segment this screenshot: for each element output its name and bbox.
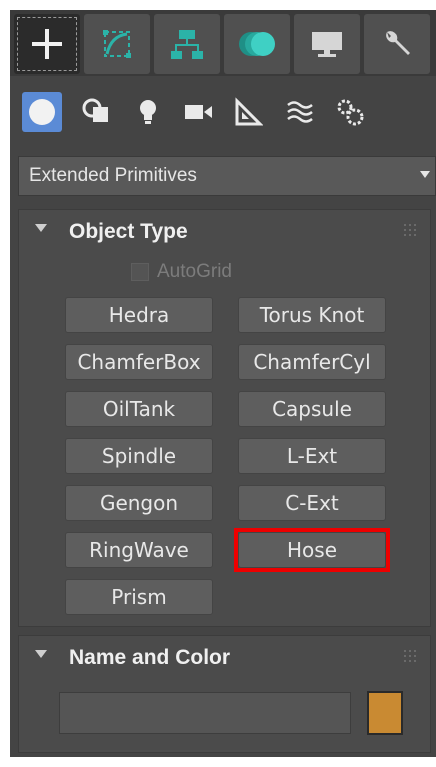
chamfercyl-button[interactable]: ChamferCyl [238, 344, 386, 380]
drag-grip-icon[interactable] [404, 224, 416, 236]
object-type-title[interactable]: Object Type [69, 220, 188, 244]
collapse-arrow-icon[interactable] [35, 650, 47, 658]
hose-highlight-box [234, 528, 390, 572]
checkbox-box[interactable] [131, 263, 149, 281]
category-cameras[interactable] [178, 92, 218, 132]
l-ext-button[interactable]: L-Ext [238, 438, 386, 474]
hierarchy-icon [171, 30, 203, 59]
motion-icon [239, 32, 275, 56]
oiltank-button[interactable]: OilTank [65, 391, 213, 427]
name-and-color-title[interactable]: Name and Color [69, 646, 230, 670]
tab-display[interactable] [294, 14, 360, 74]
prism-button[interactable]: Prism [65, 579, 213, 615]
primitive-type-dropdown[interactable]: Extended Primitives [18, 156, 436, 196]
camera-icon [185, 105, 212, 119]
object-name-field[interactable] [59, 692, 351, 734]
gears-icon [337, 99, 364, 126]
chevron-down-icon [420, 171, 430, 178]
category-space-warps[interactable] [280, 92, 320, 132]
command-panel: Extended Primitives Object Type AutoGrid… [10, 10, 436, 757]
category-lights[interactable] [128, 92, 168, 132]
wrench-icon [386, 31, 410, 55]
sphere-icon [29, 99, 55, 125]
c-ext-button[interactable]: C-Ext [238, 485, 386, 521]
dropdown-selected-value: Extended Primitives [29, 165, 197, 186]
tab-motion[interactable] [224, 14, 290, 74]
object-type-rollout: Object Type AutoGrid Hedra Torus Knot Ch… [18, 209, 431, 627]
tab-utilities[interactable] [364, 14, 430, 74]
ringwave-button[interactable]: RingWave [65, 532, 213, 568]
drag-grip-icon[interactable] [404, 650, 416, 662]
category-geometry[interactable] [22, 92, 62, 132]
category-shapes[interactable] [76, 92, 116, 132]
command-panel-tabs [10, 10, 436, 76]
display-monitor-icon [312, 32, 342, 57]
collapse-arrow-icon[interactable] [35, 224, 47, 232]
lightbulb-icon [140, 100, 156, 124]
tab-hierarchy[interactable] [154, 14, 220, 74]
autogrid-checkbox[interactable]: AutoGrid [131, 260, 232, 284]
category-toolbar [10, 76, 436, 148]
capsule-button[interactable]: Capsule [238, 391, 386, 427]
tab-modify[interactable] [84, 14, 150, 74]
torus-knot-button[interactable]: Torus Knot [238, 297, 386, 333]
gengon-button[interactable]: Gengon [65, 485, 213, 521]
hedra-button[interactable]: Hedra [65, 297, 213, 333]
tab-create[interactable] [14, 14, 80, 74]
autogrid-label: AutoGrid [157, 261, 232, 282]
name-and-color-rollout: Name and Color [18, 635, 431, 753]
object-color-swatch[interactable] [367, 691, 403, 735]
modify-curve-icon [103, 30, 131, 58]
category-helpers[interactable] [228, 92, 268, 132]
waves-icon [287, 101, 313, 123]
spindle-button[interactable]: Spindle [65, 438, 213, 474]
category-systems[interactable] [330, 92, 370, 132]
chamferbox-button[interactable]: ChamferBox [65, 344, 213, 380]
tape-measure-icon [235, 97, 263, 126]
plus-icon [32, 29, 62, 59]
shapes-icon [82, 98, 108, 122]
